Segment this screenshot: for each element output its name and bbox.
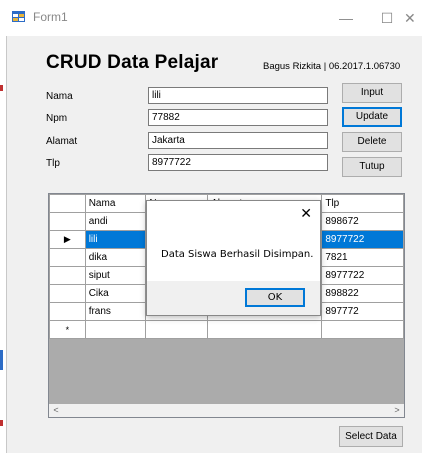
dialog-message: Data Siswa Berhasil Disimpan. bbox=[161, 249, 314, 260]
cell-nama[interactable]: andi bbox=[84, 212, 147, 231]
cell-npm[interactable] bbox=[145, 320, 209, 339]
nama-field[interactable]: lili bbox=[148, 87, 328, 104]
window-title: Form1 bbox=[33, 10, 68, 24]
delete-button[interactable]: Delete bbox=[342, 132, 402, 152]
cell-nama[interactable]: siput bbox=[84, 266, 147, 285]
scroll-left-icon[interactable]: < bbox=[49, 404, 63, 417]
minimize-icon[interactable]: — bbox=[331, 8, 361, 28]
dialog-footer: OK bbox=[147, 281, 320, 315]
close-icon[interactable]: ✕ bbox=[300, 205, 312, 222]
nama-label: Nama bbox=[46, 91, 73, 102]
close-icon[interactable]: ✕ bbox=[404, 8, 422, 28]
cell-tlp[interactable]: 7821 bbox=[321, 248, 404, 267]
tlp-label: Tlp bbox=[46, 158, 60, 169]
cell-nama[interactable] bbox=[84, 320, 147, 339]
author-label: Bagus Rizkita | 06.2017.1.06730 bbox=[263, 61, 401, 72]
tlp-field[interactable]: 8977722 bbox=[148, 154, 328, 171]
horizontal-scrollbar[interactable]: < > bbox=[49, 404, 404, 417]
taskbar-marker bbox=[0, 420, 3, 426]
cell-alamat[interactable] bbox=[207, 320, 323, 339]
column-header-nama[interactable]: Nama bbox=[84, 194, 147, 213]
cell-nama[interactable]: frans bbox=[84, 302, 147, 321]
new-row[interactable]: * bbox=[49, 320, 404, 339]
cell-tlp[interactable]: 898822 bbox=[321, 284, 404, 303]
maximize-icon[interactable]: ☐ bbox=[372, 8, 402, 28]
cell-tlp[interactable]: 8977722 bbox=[321, 230, 404, 249]
cell-tlp[interactable]: 897772 bbox=[321, 302, 404, 321]
update-button[interactable]: Update bbox=[342, 107, 402, 127]
cell-nama[interactable]: Cika bbox=[84, 284, 147, 303]
app-icon bbox=[12, 11, 25, 22]
new-row-marker[interactable]: * bbox=[49, 320, 86, 339]
cell-tlp[interactable]: 8977722 bbox=[321, 266, 404, 285]
row-header[interactable] bbox=[49, 266, 86, 285]
page-title: CRUD Data Pelajar bbox=[46, 52, 219, 73]
cell-tlp[interactable]: 898672 bbox=[321, 212, 404, 231]
input-button[interactable]: Input bbox=[342, 83, 402, 103]
row-header[interactable] bbox=[49, 212, 86, 231]
column-header-tlp[interactable]: Tlp bbox=[321, 194, 404, 213]
alamat-label: Alamat bbox=[46, 136, 78, 147]
npm-label: Npm bbox=[46, 113, 68, 124]
close-button[interactable]: Tutup bbox=[342, 157, 402, 177]
select-data-button[interactable]: Select Data bbox=[339, 426, 403, 447]
cell-tlp[interactable] bbox=[321, 320, 404, 339]
row-header-corner bbox=[49, 194, 86, 213]
cell-nama[interactable]: lili bbox=[84, 230, 147, 249]
npm-field[interactable]: 77882 bbox=[148, 109, 328, 126]
scroll-right-icon[interactable]: > bbox=[390, 404, 404, 417]
ok-button[interactable]: OK bbox=[245, 288, 305, 307]
row-header[interactable] bbox=[49, 248, 86, 267]
row-header[interactable] bbox=[49, 284, 86, 303]
message-dialog: ✕ Data Siswa Berhasil Disimpan. OK bbox=[146, 200, 321, 316]
alamat-field[interactable]: Jakarta bbox=[148, 132, 328, 149]
row-header[interactable] bbox=[49, 302, 86, 321]
current-row-indicator[interactable]: ▶ bbox=[49, 230, 86, 249]
taskbar-marker bbox=[0, 350, 3, 370]
taskbar-marker bbox=[0, 85, 3, 91]
cell-nama[interactable]: dika bbox=[84, 248, 147, 267]
